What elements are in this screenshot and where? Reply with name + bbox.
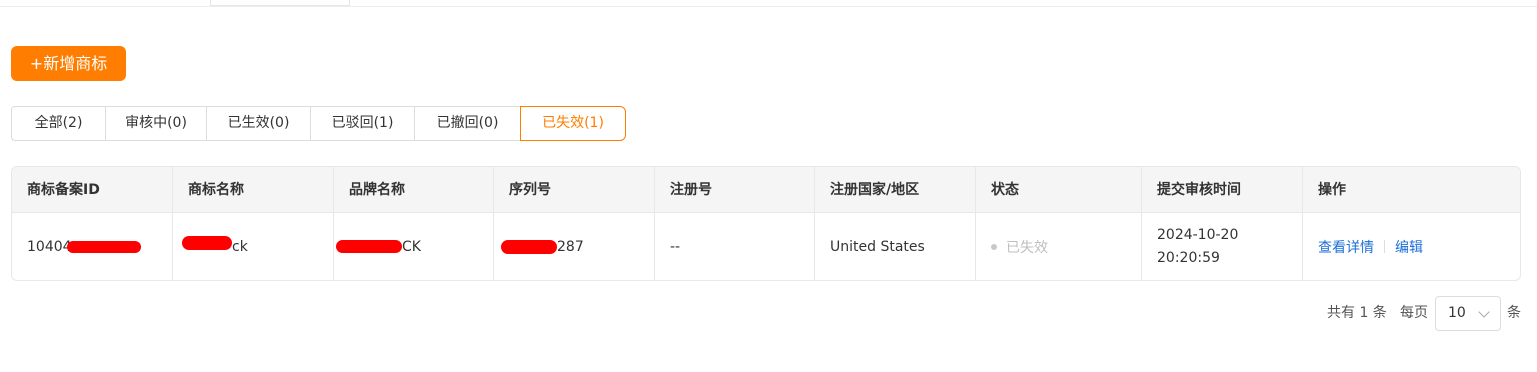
per-page-label: 每页: [1400, 305, 1428, 321]
tab-reviewing[interactable]: 审核中(0): [105, 106, 207, 141]
redaction-mark: [336, 240, 402, 253]
tab-withdrawn[interactable]: 已撤回(0): [414, 106, 521, 141]
header-trademark-name: 商标名称: [173, 167, 334, 212]
trademark-name-text: ck: [232, 238, 248, 255]
top-tab-remnant: [210, 0, 350, 6]
tab-expired[interactable]: 已失效(1): [520, 106, 626, 141]
header-submit-time: 提交审核时间: [1142, 167, 1303, 212]
chevron-down-icon: [1478, 306, 1490, 318]
record-id-text: 10404: [27, 238, 72, 255]
status-text: 已失效: [1006, 239, 1048, 256]
tab-active[interactable]: 已生效(0): [206, 106, 311, 141]
cell-record-id: 10404: [12, 213, 173, 280]
redaction-mark: [501, 239, 557, 254]
registration-number-text: --: [670, 238, 681, 255]
cell-submit-time: 2024-10-20 20:20:59: [1142, 213, 1303, 280]
table-header: 商标备案ID 商标名称 品牌名称 序列号 注册号 注册国家/地区 状态 提交审核…: [12, 167, 1520, 213]
trademark-table: 商标备案ID 商标名称 品牌名称 序列号 注册号 注册国家/地区 状态 提交审核…: [11, 166, 1521, 281]
view-details-link[interactable]: 查看详情: [1318, 237, 1374, 257]
tab-all[interactable]: 全部(2): [11, 106, 106, 141]
serial-number-text: 287: [557, 238, 584, 255]
edit-link[interactable]: 编辑: [1395, 237, 1423, 257]
cell-actions: 查看详情 编辑: [1303, 213, 1520, 280]
brand-name-text: CK: [402, 238, 421, 255]
table-row: 10404 ck CK 287 -- United States 已失效 202…: [12, 213, 1520, 280]
cell-trademark-name: ck: [173, 213, 334, 280]
header-actions: 操作: [1318, 182, 1346, 198]
header-record-id: 商标备案ID: [12, 167, 173, 212]
country-text: United States: [830, 238, 925, 255]
status-dot-icon: [991, 243, 997, 250]
top-divider: [0, 6, 1537, 7]
per-page-unit: 条: [1507, 305, 1521, 321]
cell-brand-name: CK: [334, 213, 494, 280]
header-country-region: 注册国家/地区: [815, 167, 976, 212]
status-badge: 已失效: [991, 237, 1048, 257]
cell-status: 已失效: [976, 213, 1142, 280]
header-brand-name: 品牌名称: [334, 167, 494, 212]
header-registration-number: 注册号: [655, 167, 815, 212]
cell-country-region: United States: [815, 213, 976, 280]
total-count: 共有 1 条: [1327, 305, 1387, 321]
redaction-mark: [182, 235, 232, 250]
cell-registration-number: --: [655, 213, 815, 280]
action-divider: [1384, 240, 1385, 253]
submit-date: 2024-10-20: [1157, 226, 1239, 243]
header-serial-number: 序列号: [494, 167, 655, 212]
status-tabs: 全部(2) 审核中(0) 已生效(0) 已驳回(1) 已撤回(0) 已失效(1): [11, 106, 626, 141]
redaction-mark: [66, 240, 141, 253]
submit-clock: 20:20:59: [1157, 249, 1220, 266]
tab-rejected[interactable]: 已驳回(1): [310, 106, 415, 141]
page-size-value: 10: [1448, 305, 1466, 321]
page-size-select[interactable]: 10: [1435, 296, 1501, 331]
cell-serial-number: 287: [494, 213, 655, 280]
add-trademark-button[interactable]: +新增商标: [11, 46, 126, 81]
header-status: 状态: [976, 167, 1142, 212]
